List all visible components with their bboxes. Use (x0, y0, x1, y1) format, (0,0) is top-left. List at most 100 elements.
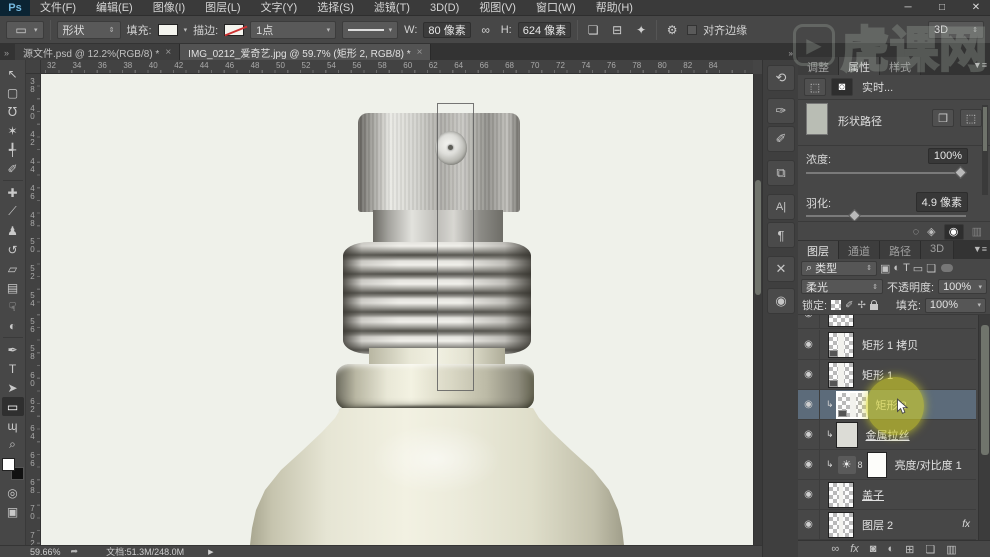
layer-thumbnail[interactable] (828, 331, 854, 358)
marquee-tool[interactable]: ▢ (2, 83, 24, 102)
history-panel-button[interactable]: ⟲ (767, 65, 795, 91)
layer-name[interactable]: 图层 2 (862, 517, 893, 533)
stroke-width-select[interactable]: 1点 ▾ (250, 20, 337, 39)
ps-logo[interactable]: Ps (0, 0, 30, 16)
tab-adjustments[interactable]: 调整 (798, 57, 839, 75)
layer-name[interactable]: 亮度/对比度 1 (895, 457, 962, 473)
path-arrangement-icon[interactable]: ✦ (632, 23, 650, 37)
layer-thumbnail[interactable] (828, 481, 854, 508)
lock-position-icon[interactable]: ✢ (857, 300, 865, 311)
vertical-ruler[interactable]: 38 40 42 44 46 48 50 52 54 56 58 60 62 64 66 68 70 72 (26, 74, 41, 545)
eye-icon[interactable]: ◉ (798, 509, 820, 540)
brush-settings-panel-button[interactable]: ✑ (767, 98, 795, 124)
move-tool[interactable]: ↖ (2, 64, 24, 83)
load-selection-icon[interactable]: ◌ (913, 226, 920, 238)
masks-icon[interactable]: ◙ (831, 78, 853, 96)
panel-menu-icon[interactable]: ▼≡ (973, 60, 987, 70)
path-selection-tool[interactable]: ➤ (2, 378, 24, 397)
eye-icon[interactable]: ◉ (798, 359, 820, 390)
lock-transparency-icon[interactable] (831, 300, 842, 310)
eye-icon[interactable]: ◉ (798, 419, 820, 450)
width-input[interactable]: 80 像素 (423, 21, 471, 38)
fill-select[interactable]: 100% ▾ (924, 297, 986, 313)
filter-adjustment-icon[interactable]: ◐ (893, 262, 900, 274)
layer-row[interactable]: ◉ 矩形 1 拷贝 (798, 329, 976, 360)
layer-thumbnail[interactable] (828, 361, 854, 388)
new-layer-icon[interactable]: ❏ (925, 543, 935, 556)
screen-mode-button[interactable]: ▣ (2, 502, 24, 521)
menu-view[interactable]: 视图(V) (469, 0, 526, 16)
tool-mode-select[interactable]: 形状 ⇕ (56, 20, 121, 39)
eye-icon[interactable]: ◉ (798, 479, 820, 510)
shape-path-thumbnail[interactable] (806, 103, 828, 135)
lasso-tool[interactable]: ℧ (2, 102, 24, 121)
vertical-scrollbar[interactable] (753, 74, 762, 545)
clone-source-panel-button[interactable]: ✐ (767, 126, 795, 152)
status-flyout-icon[interactable]: ▶ (208, 548, 213, 556)
trash-icon[interactable]: ▥ (972, 225, 982, 238)
lock-pixels-icon[interactable]: ✐ (845, 300, 853, 311)
layers-scrollbar-thumb[interactable] (981, 325, 989, 455)
layers-scrollbar[interactable]: ▲ ▼ (978, 315, 990, 557)
maximize-button[interactable]: □ (932, 0, 952, 16)
filter-pixel-icon[interactable]: ▣ (880, 262, 890, 275)
workspace-switcher[interactable]: 3D ⇕ (928, 20, 984, 39)
adjustment-layer-icon[interactable]: ◐ (887, 543, 894, 555)
quick-mask-button[interactable]: ◎ (2, 483, 24, 502)
tab-overflow-icon[interactable]: » (0, 48, 15, 60)
align-edges-checkbox[interactable] (687, 24, 698, 35)
eye-icon[interactable]: ◉ (798, 329, 820, 360)
paragraph-panel-button[interactable]: ¶ (767, 222, 795, 248)
shape-path-icon[interactable]: ⬚ (960, 109, 982, 127)
density-value[interactable]: 100% (927, 148, 968, 164)
close-button[interactable]: ✕ (966, 0, 986, 16)
tab-paths[interactable]: 路径 (880, 241, 921, 259)
document-canvas[interactable] (41, 74, 753, 545)
layer-style-fx-icon[interactable]: fx (850, 543, 859, 555)
ruler-origin[interactable] (26, 60, 41, 74)
layer-thumbnail[interactable] (835, 421, 858, 448)
menu-3d[interactable]: 3D(D) (420, 0, 469, 16)
layer-name[interactable]: 矩形 1 拷贝 (862, 337, 918, 353)
layer-row-partial[interactable]: ◉ (798, 315, 976, 329)
creative-cloud-button[interactable]: ◉ (767, 288, 795, 314)
pen-tool[interactable]: ✒ (2, 340, 24, 359)
layer-row[interactable]: ◉ 图层 2 fx (798, 509, 976, 540)
tool-preset-picker[interactable]: ▭ ▾ (6, 20, 44, 39)
tab-properties[interactable]: 属性 (839, 57, 880, 75)
lock-all-icon[interactable] (869, 299, 878, 310)
tab-3d[interactable]: 3D (921, 241, 955, 259)
link-layers-icon[interactable]: ∞ (831, 543, 839, 555)
fx-badge[interactable]: fx (962, 519, 970, 530)
menu-type[interactable]: 文字(Y) (251, 0, 308, 16)
feather-slider-thumb[interactable] (848, 209, 861, 222)
eraser-tool[interactable]: ▱ (2, 259, 24, 278)
layer-row[interactable]: ◉ 盖子 (798, 479, 976, 510)
clone-stamp-tool[interactable]: ♟ (2, 221, 24, 240)
history-brush-tool[interactable]: ↺ (2, 240, 24, 259)
eye-icon[interactable]: ◉ (798, 389, 820, 420)
tool-presets-panel-button[interactable]: ✕ (767, 256, 795, 282)
menu-filter[interactable]: 滤镜(T) (364, 0, 420, 16)
document-tab-active[interactable]: IMG_0212_爱奇艺.jpg @ 59.7% (矩形 2, RGB/8) *… (180, 44, 432, 60)
spot-healing-tool[interactable]: ✚ (2, 183, 24, 202)
menu-image[interactable]: 图像(I) (143, 0, 195, 16)
zoom-level-field[interactable]: 59.66% (30, 547, 61, 557)
smudge-tool[interactable]: ☟ (2, 297, 24, 316)
live-shape-properties-icon[interactable]: ⬚ (804, 78, 826, 96)
menu-file[interactable]: 文件(F) (30, 0, 86, 16)
tab-channels[interactable]: 通道 (839, 241, 880, 259)
layer-thumbnail[interactable] (828, 511, 854, 538)
foreground-color-swatch[interactable] (1, 458, 15, 471)
brush-tool[interactable]: ⟋ (2, 202, 24, 221)
layer-thumbnail[interactable] (835, 390, 868, 419)
path-operations-icon[interactable]: ❏ (584, 23, 602, 37)
document-tab-source[interactable]: 源文件.psd @ 12.2%(RGB/8) * × (15, 44, 181, 60)
horizontal-ruler[interactable]: 32 34 36 38 40 42 44 46 48 50 52 54 56 58 60 62 64 66 68 70… (41, 60, 753, 74)
layer-comps-panel-button[interactable]: ⧉ (767, 160, 795, 186)
zoom-tool[interactable]: ⌕ (2, 435, 24, 454)
expand-panels-icon[interactable]: » (789, 49, 793, 58)
menu-select[interactable]: 选择(S) (307, 0, 364, 16)
filter-type-select[interactable]: ⌕ 类型 ⇕ (801, 260, 877, 276)
menu-window[interactable]: 窗口(W) (526, 0, 586, 16)
